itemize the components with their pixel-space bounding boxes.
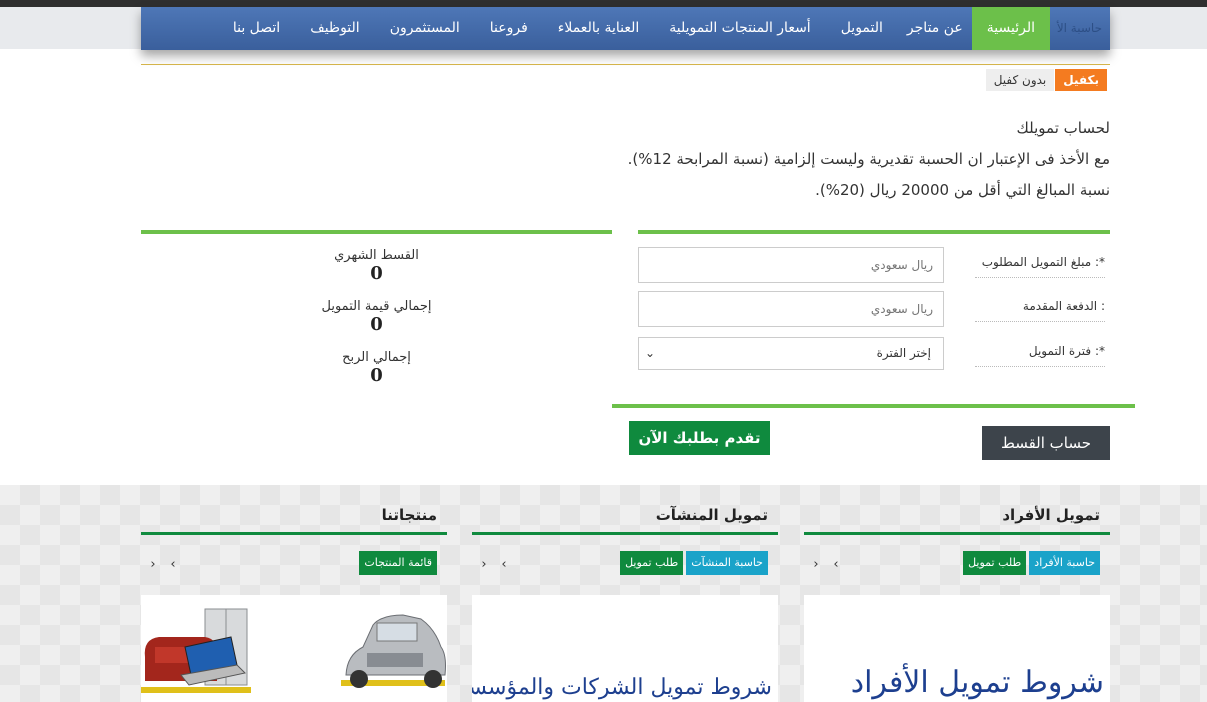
profit-result: إجمالي الربح 0 [141,350,612,386]
individuals-terms-text: شروط تمويل الأفراد [850,665,1104,700]
car-image [341,614,446,688]
intro-line-1: لحساب تمويلك [1016,119,1110,137]
top-dark-bar [0,0,1207,7]
products-list-button[interactable]: قائمة المنتجات [359,551,437,575]
apply-now-button[interactable]: تقدم بطلبك الآن [629,421,770,455]
guarantor-tabs: بكفيل بدون كفيل [985,69,1107,91]
total-label: إجمالي قيمة التمويل [321,299,432,314]
profit-label: إجمالي الربح [342,350,411,365]
monthly-label: القسط الشهري [334,248,419,263]
carousel-next-icon[interactable]: › [143,557,163,572]
carousel-next-icon[interactable]: › [474,557,494,572]
section-companies-buttons: حاسبة المنشآت طلب تمويل [617,551,768,575]
calculate-installment-button[interactable]: حساب القسط [982,426,1110,460]
intro-line-3: نسبة المبالغ التي أقل من 20000 ريال (20%… [815,181,1110,199]
monthly-value: 0 [370,263,383,284]
period-selected-value: إختر الفترة [876,346,931,360]
companies-terms-panel[interactable]: شروط تمويل الشركات والمؤسسات [472,595,778,702]
down-payment-label: الدفعة المقدمة : [975,299,1105,322]
individuals-calculator-button[interactable]: حاسبة الأفراد [1029,551,1100,575]
appliances-image [141,608,251,693]
section-companies: تمويل المنشآت حاسبة المنشآت طلب تمويل › ‹… [472,497,778,702]
carousel-prev-icon[interactable]: ‹ [163,557,183,572]
section-companies-title: تمويل المنشآت [472,497,778,535]
period-select[interactable]: إختر الفترة ⌄ [638,337,944,370]
chevron-down-icon: ⌄ [645,346,656,360]
section-products-buttons: قائمة المنتجات [356,551,437,575]
amount-label: مبلغ التمويل المطلوب :* [975,255,1105,278]
carousel-next-icon[interactable]: › [806,557,826,572]
total-result: إجمالي قيمة التمويل 0 [141,299,612,335]
nav-item-contact[interactable]: اتصل بنا [218,7,295,50]
section-products-title: منتجاتنا [141,497,447,535]
section-individuals-buttons: حاسبة الأفراد طلب تمويل [960,551,1100,575]
results-top-border [141,230,612,234]
individuals-carousel-arrows: › ‹ [806,557,846,572]
form-top-border [638,230,1110,234]
divider [141,64,1110,65]
tab-with-guarantor[interactable]: بكفيل [1055,69,1107,91]
intro-line-2: مع الأخذ فى الإعتبار ان الحسبة تقديرية و… [627,150,1110,168]
individuals-terms-panel[interactable]: شروط تمويل الأفراد [804,595,1110,702]
companies-calculator-button[interactable]: حاسبة المنشآت [686,551,768,575]
period-label: فترة التمويل :* [975,344,1105,367]
monthly-result: القسط الشهري 0 [141,248,612,284]
companies-carousel-arrows: › ‹ [474,557,514,572]
products-carousel-arrows: › ‹ [143,557,183,572]
amount-input[interactable] [638,247,944,283]
tab-without-guarantor[interactable]: بدون كفيل [985,69,1055,91]
carousel-prev-icon[interactable]: ‹ [494,557,514,572]
down-payment-input[interactable] [638,291,944,327]
nav-item-investors[interactable]: المستثمرون [375,7,475,50]
main-nav: حاسبة الأ الرئيسية عن متاجر التمويل أسعا… [141,7,1110,50]
form-bottom-border [612,404,1135,408]
nav-item-product-prices[interactable]: أسعار المنتجات التمويلية [654,7,825,50]
profit-value: 0 [370,365,383,386]
total-value: 0 [370,314,383,335]
nav-item-about[interactable]: عن متاجر [898,7,972,50]
nav-item-customer-care[interactable]: العناية بالعملاء [543,7,654,50]
nav-item-home[interactable]: الرئيسية [971,7,1050,50]
companies-request-button[interactable]: طلب تمويل [620,551,684,575]
nav-item-branches[interactable]: فروعنا [475,7,543,50]
products-illustration [141,608,446,693]
section-individuals-title: تمويل الأفراد [804,497,1110,535]
nav-item-partial-calculator[interactable]: حاسبة الأ [1050,7,1110,50]
nav-item-careers[interactable]: التوظيف [295,7,374,50]
carousel-prev-icon[interactable]: ‹ [826,557,846,572]
section-individuals: تمويل الأفراد حاسبة الأفراد طلب تمويل › ‹… [804,497,1110,702]
companies-terms-text: شروط تمويل الشركات والمؤسسات [472,675,772,700]
calculator-intro: لحساب تمويلك مع الأخذ فى الإعتبار ان الح… [628,113,1110,206]
nav-item-financing[interactable]: التمويل [826,7,898,50]
products-image-panel[interactable] [141,595,447,702]
individuals-request-button[interactable]: طلب تمويل [963,551,1027,575]
section-products: منتجاتنا قائمة المنتجات › ‹ [141,497,447,702]
